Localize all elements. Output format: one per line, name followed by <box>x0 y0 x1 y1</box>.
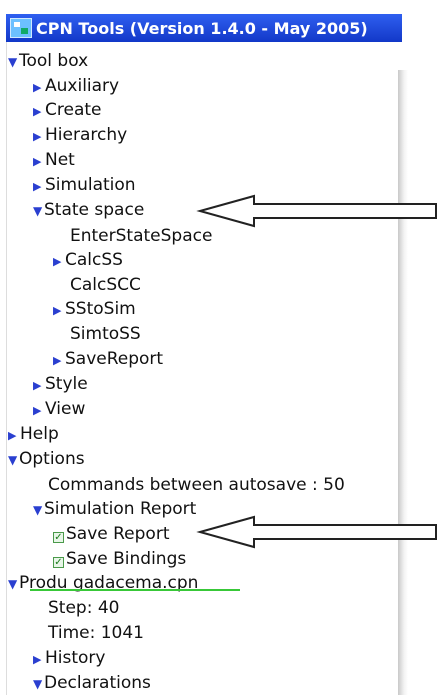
triangle-right-icon[interactable]: ▶ <box>33 76 45 100</box>
triangle-down-icon[interactable]: ▼ <box>8 448 19 472</box>
tree-node-hierarchy[interactable]: ▶ Hierarchy <box>33 123 127 147</box>
tree-node-declarations[interactable]: ▼ Declarations <box>33 671 151 695</box>
net-model-time: Time: 1041 <box>48 621 144 645</box>
tree-node-label: Simulation <box>45 175 136 195</box>
tree-node-label: Declarations <box>44 673 151 693</box>
checkbox-checked-icon[interactable]: ✓ <box>53 532 64 543</box>
tree-node-label: View <box>45 399 86 419</box>
tree-node-history[interactable]: ▶ History <box>33 646 105 670</box>
tree-node-label: Auxiliary <box>45 76 120 96</box>
triangle-right-icon[interactable]: ▶ <box>33 399 45 423</box>
tree-node-label: SaveReport <box>65 349 164 369</box>
triangle-down-icon[interactable]: ▼ <box>33 199 44 223</box>
tree-node-calc-ss[interactable]: ▶ CalcSS <box>53 248 123 272</box>
triangle-down-icon[interactable]: ▼ <box>8 50 19 74</box>
triangle-right-icon[interactable]: ▶ <box>33 125 45 149</box>
tree-node-label: Tool box <box>19 51 89 71</box>
tree-node-simulation[interactable]: ▶ Simulation <box>33 173 136 197</box>
tree-node-view[interactable]: ▶ View <box>33 397 85 421</box>
tree-node-label: CalcSCC <box>70 275 141 295</box>
tree-node-help[interactable]: ▶ Help <box>8 422 59 446</box>
triangle-down-icon[interactable]: ▼ <box>33 498 44 522</box>
tree-node-toolbox[interactable]: ▼ Tool box <box>8 49 88 73</box>
option-autosave-label: Commands between autosave : 50 <box>48 475 345 495</box>
time-label: Time: 1041 <box>48 623 144 643</box>
option-save-report[interactable]: ✓ Save Report <box>53 522 170 546</box>
triangle-right-icon[interactable]: ▶ <box>33 374 45 398</box>
step-label: Step: 40 <box>48 598 120 618</box>
triangle-right-icon[interactable]: ▶ <box>33 175 45 199</box>
panel-scroll-edge[interactable] <box>398 70 408 695</box>
tree-node-style[interactable]: ▶ Style <box>33 372 88 396</box>
tree-node-save-report[interactable]: ▶ SaveReport <box>53 347 163 371</box>
tree-node-net[interactable]: ▶ Net <box>33 148 75 172</box>
tree-node-label: Net <box>45 150 75 170</box>
triangle-right-icon[interactable]: ▶ <box>53 299 65 323</box>
net-step-counter: Step: 40 <box>48 596 119 620</box>
triangle-down-icon[interactable]: ▼ <box>8 572 19 596</box>
tree-node-label: Options <box>19 449 85 469</box>
option-label: Save Bindings <box>66 549 187 569</box>
option-autosave[interactable]: Commands between autosave : 50 <box>48 473 345 497</box>
triangle-right-icon[interactable]: ▶ <box>33 648 45 672</box>
tree-node-state-space[interactable]: ▼ State space <box>33 198 144 222</box>
tree-node-net-file[interactable]: ▼ Produ gadacema.cpn <box>8 571 198 595</box>
window-title: CPN Tools (Version 1.4.0 - May 2005) <box>36 18 368 38</box>
tree-node-ss-to-sim[interactable]: ▶ SStoSim <box>53 297 136 321</box>
tree-node-label: History <box>45 648 106 668</box>
tree-node-label: SStoSim <box>65 299 136 319</box>
option-save-bindings[interactable]: ✓ Save Bindings <box>53 547 186 571</box>
triangle-down-icon[interactable]: ▼ <box>33 672 44 696</box>
tree-node-label: Simulation Report <box>44 499 197 519</box>
tree-node-label: SimtoSS <box>70 324 141 344</box>
triangle-right-icon[interactable]: ▶ <box>8 424 20 448</box>
option-label: Save Report <box>66 524 170 544</box>
triangle-right-icon[interactable]: ▶ <box>53 349 65 373</box>
triangle-right-icon[interactable]: ▶ <box>33 100 45 124</box>
window-title-bar[interactable]: CPN Tools (Version 1.4.0 - May 2005) <box>6 14 402 42</box>
tree-node-label: Style <box>45 374 88 394</box>
tree-node-label: Hierarchy <box>45 125 128 145</box>
tree-node-label: State space <box>44 200 145 220</box>
tree-node-options[interactable]: ▼ Options <box>8 447 85 471</box>
triangle-right-icon[interactable]: ▶ <box>53 250 65 274</box>
net-file-underline <box>30 589 240 591</box>
tree-node-label: Help <box>20 424 59 444</box>
tool-sim-to-ss[interactable]: SimtoSS <box>70 322 141 346</box>
tree-node-label: Create <box>45 100 102 120</box>
checkbox-checked-icon[interactable]: ✓ <box>53 557 64 568</box>
left-arrow-callout-state-space <box>196 194 437 228</box>
cpn-tools-app-icon <box>10 18 32 38</box>
tool-enter-state-space[interactable]: EnterStateSpace <box>70 224 212 248</box>
tree-node-create[interactable]: ▶ Create <box>33 98 102 122</box>
tool-calc-scc[interactable]: CalcSCC <box>70 273 141 297</box>
tree-node-simulation-report[interactable]: ▼ Simulation Report <box>33 497 196 521</box>
triangle-right-icon[interactable]: ▶ <box>33 150 45 174</box>
tree-node-label: EnterStateSpace <box>70 226 213 246</box>
left-arrow-callout-simulation-report <box>196 515 437 549</box>
tree-node-auxiliary[interactable]: ▶ Auxiliary <box>33 74 119 98</box>
tree-node-label: CalcSS <box>65 250 123 270</box>
